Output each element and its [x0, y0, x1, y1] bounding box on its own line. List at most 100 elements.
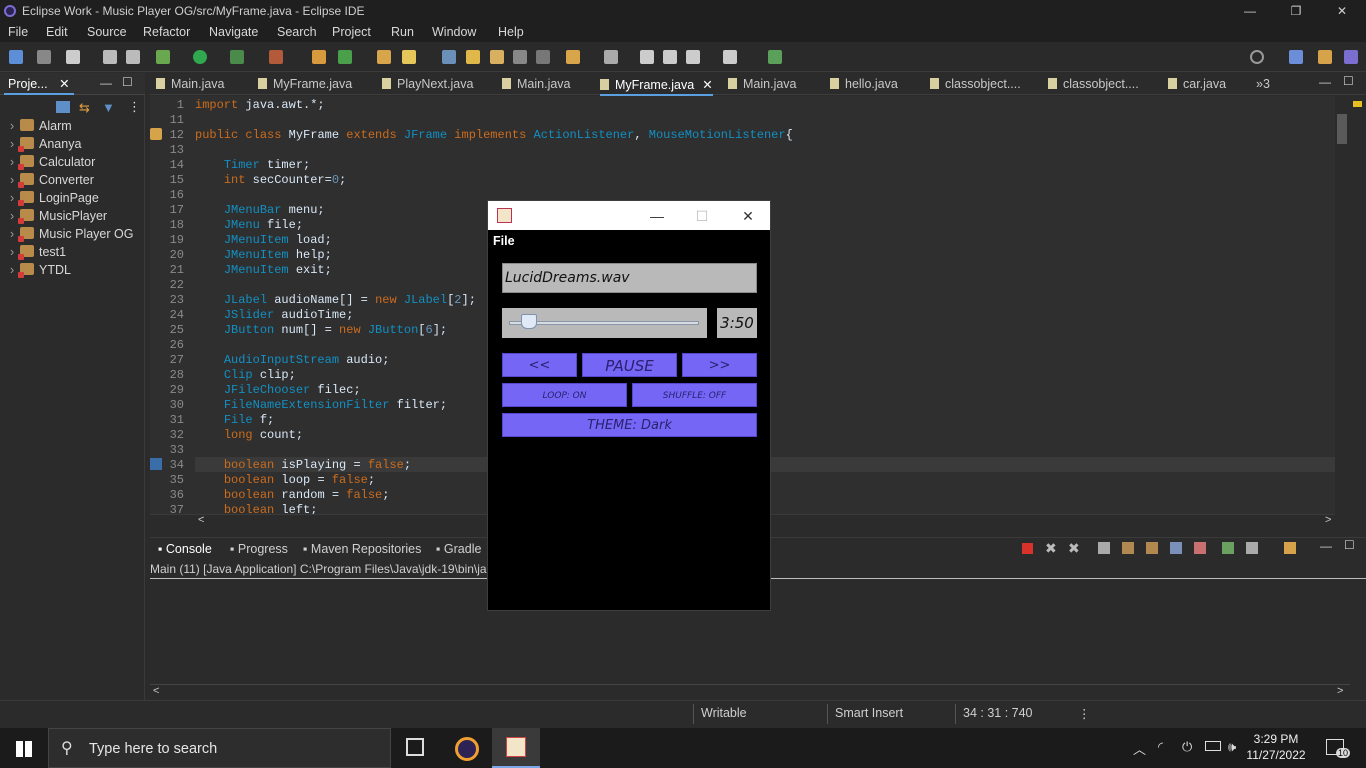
display-console-icon[interactable] — [1246, 542, 1258, 554]
scroll-right-icon[interactable]: > — [1325, 514, 1331, 526]
minimize-editor-icon[interactable]: — — [1319, 75, 1331, 89]
open-perspective-icon[interactable] — [768, 50, 782, 64]
slider-track[interactable] — [509, 321, 699, 325]
code-line[interactable]: Timer timer; — [195, 158, 310, 172]
console-horizontal-scrollbar[interactable]: < > — [150, 684, 1350, 700]
battery-icon[interactable] — [1205, 741, 1221, 751]
forward-edit-icon[interactable] — [663, 50, 677, 64]
menu-run[interactable]: Run — [391, 25, 414, 39]
theme-toggle-button[interactable]: THEME: Dark — [502, 413, 757, 437]
next-annotation-icon[interactable] — [566, 50, 580, 64]
prev-annotation-icon[interactable] — [604, 50, 618, 64]
code-line[interactable]: AudioInputStream audio; — [195, 353, 390, 367]
show-stdout-icon[interactable] — [1170, 542, 1182, 554]
java-perspective-icon[interactable] — [1318, 50, 1332, 64]
shuffle-toggle-button[interactable]: SHUFFLE: OFF — [632, 383, 757, 407]
new-package-icon[interactable] — [338, 50, 352, 64]
external-tools-icon[interactable] — [269, 50, 283, 64]
remove-launch-icon[interactable]: ✖ — [1045, 540, 1057, 557]
editor-tab[interactable]: classobject.... — [1048, 77, 1139, 91]
editor-tab[interactable]: hello.java — [830, 77, 898, 91]
search-tool-icon[interactable] — [402, 50, 416, 64]
terminate-icon[interactable] — [1022, 543, 1033, 554]
task-view-icon[interactable] — [406, 738, 424, 756]
new-file-icon[interactable] — [66, 50, 80, 64]
editor-tab[interactable]: car.java — [1168, 77, 1226, 91]
filter-icon[interactable]: ▼ — [102, 100, 115, 115]
eclipse-taskbar-icon[interactable] — [455, 737, 479, 761]
new-console-icon[interactable] — [1284, 542, 1296, 554]
menu-window[interactable]: Window — [432, 25, 476, 39]
code-line[interactable]: JMenuBar menu; — [195, 203, 325, 217]
collapse-all-icon[interactable] — [56, 101, 70, 113]
project-item[interactable]: › Converter — [10, 173, 94, 191]
editor-vertical-scrollbar[interactable] — [1335, 96, 1349, 514]
toggle-mark-icon[interactable] — [442, 50, 456, 64]
code-line[interactable]: JMenuItem help; — [195, 248, 332, 262]
new-icon[interactable] — [9, 50, 23, 64]
scroll-left-icon[interactable]: < — [198, 514, 204, 526]
code-line[interactable]: JFileChooser filec; — [195, 383, 361, 397]
highlight-icon[interactable] — [466, 50, 480, 64]
editor-tab[interactable]: PlayNext.java — [382, 77, 473, 91]
word-wrap-icon[interactable] — [1146, 542, 1158, 554]
show-hidden-icons-icon[interactable]: ︿ — [1133, 739, 1146, 758]
editor-tab[interactable]: Main.java — [728, 77, 797, 91]
code-line[interactable]: int secCounter=0; — [195, 173, 346, 187]
run-icon[interactable] — [193, 50, 207, 64]
warning-marker[interactable] — [1353, 101, 1362, 107]
volume-icon[interactable]: 🕪 — [1228, 739, 1236, 755]
save-icon[interactable] — [103, 50, 117, 64]
player-menu-file[interactable]: File — [493, 234, 515, 248]
close-tab-icon[interactable]: ✕ — [702, 78, 712, 92]
code-line[interactable]: JButton num[] = new JButton[6]; — [195, 323, 447, 337]
coverage-icon[interactable] — [230, 50, 244, 64]
view-menu-icon[interactable]: ⋮ — [128, 99, 141, 115]
code-line[interactable]: Clip clip; — [195, 368, 296, 382]
pause-button[interactable]: PAUSE — [582, 353, 677, 377]
minimize-button[interactable]: — — [1227, 2, 1273, 20]
editor-tab[interactable]: classobject.... — [930, 77, 1021, 91]
code-line[interactable]: import java.awt.*; — [195, 98, 325, 112]
menu-file[interactable]: File — [8, 25, 28, 39]
block-select-icon[interactable] — [513, 50, 527, 64]
project-item[interactable]: › MusicPlayer — [10, 209, 107, 227]
next-button[interactable]: >> — [682, 353, 757, 377]
menu-refactor[interactable]: Refactor — [143, 25, 190, 39]
player-minimize-button[interactable]: — — [642, 206, 672, 226]
menu-source[interactable]: Source — [87, 25, 127, 39]
scroll-lock-icon[interactable] — [1122, 542, 1134, 554]
restore-button[interactable]: ❐ — [1273, 2, 1319, 20]
close-icon[interactable]: ✕ — [59, 77, 69, 91]
status-menu-icon[interactable]: ⋮ — [1078, 706, 1091, 721]
project-item[interactable]: › Music Player OG — [10, 227, 133, 245]
code-line[interactable]: boolean left; — [195, 503, 318, 514]
menu-help[interactable]: Help — [498, 25, 524, 39]
project-item[interactable]: › Calculator — [10, 155, 95, 173]
editor-tab[interactable]: Main.java — [502, 77, 571, 91]
menu-navigate[interactable]: Navigate — [209, 25, 258, 39]
minimize-console-icon[interactable]: — — [1320, 539, 1332, 553]
project-item[interactable]: › test1 — [10, 245, 66, 263]
maximize-view-icon[interactable]: ☐ — [122, 75, 133, 89]
project-item[interactable]: › LoginPage — [10, 191, 99, 209]
code-line[interactable]: long count; — [195, 428, 303, 442]
menu-edit[interactable]: Edit — [46, 25, 68, 39]
tab-progress[interactable]: ▪ Progress — [230, 542, 288, 556]
system-clock[interactable]: 3:29 PM 11/27/2022 — [1240, 731, 1312, 763]
editor-tab[interactable]: MyFrame.java — [258, 77, 352, 91]
annotation-icon[interactable] — [490, 50, 504, 64]
close-button[interactable]: ✕ — [1319, 2, 1365, 20]
code-line[interactable]: JMenuItem load; — [195, 233, 332, 247]
tab-maven-repositories[interactable]: ▪ Maven Repositories — [303, 542, 421, 556]
scroll-right-icon[interactable]: > — [1337, 685, 1343, 697]
show-stderr-icon[interactable] — [1194, 542, 1206, 554]
previous-button[interactable]: << — [502, 353, 577, 377]
pin-console-icon[interactable] — [1222, 542, 1234, 554]
code-line[interactable]: JLabel audioName[] = new JLabel[2]; — [195, 293, 476, 307]
perspective-icon[interactable] — [1289, 50, 1303, 64]
debug-perspective-icon[interactable] — [1344, 50, 1358, 64]
back-edit-icon[interactable] — [640, 50, 654, 64]
maximize-editor-icon[interactable]: ☐ — [1343, 74, 1354, 88]
menu-project[interactable]: Project — [332, 25, 371, 39]
